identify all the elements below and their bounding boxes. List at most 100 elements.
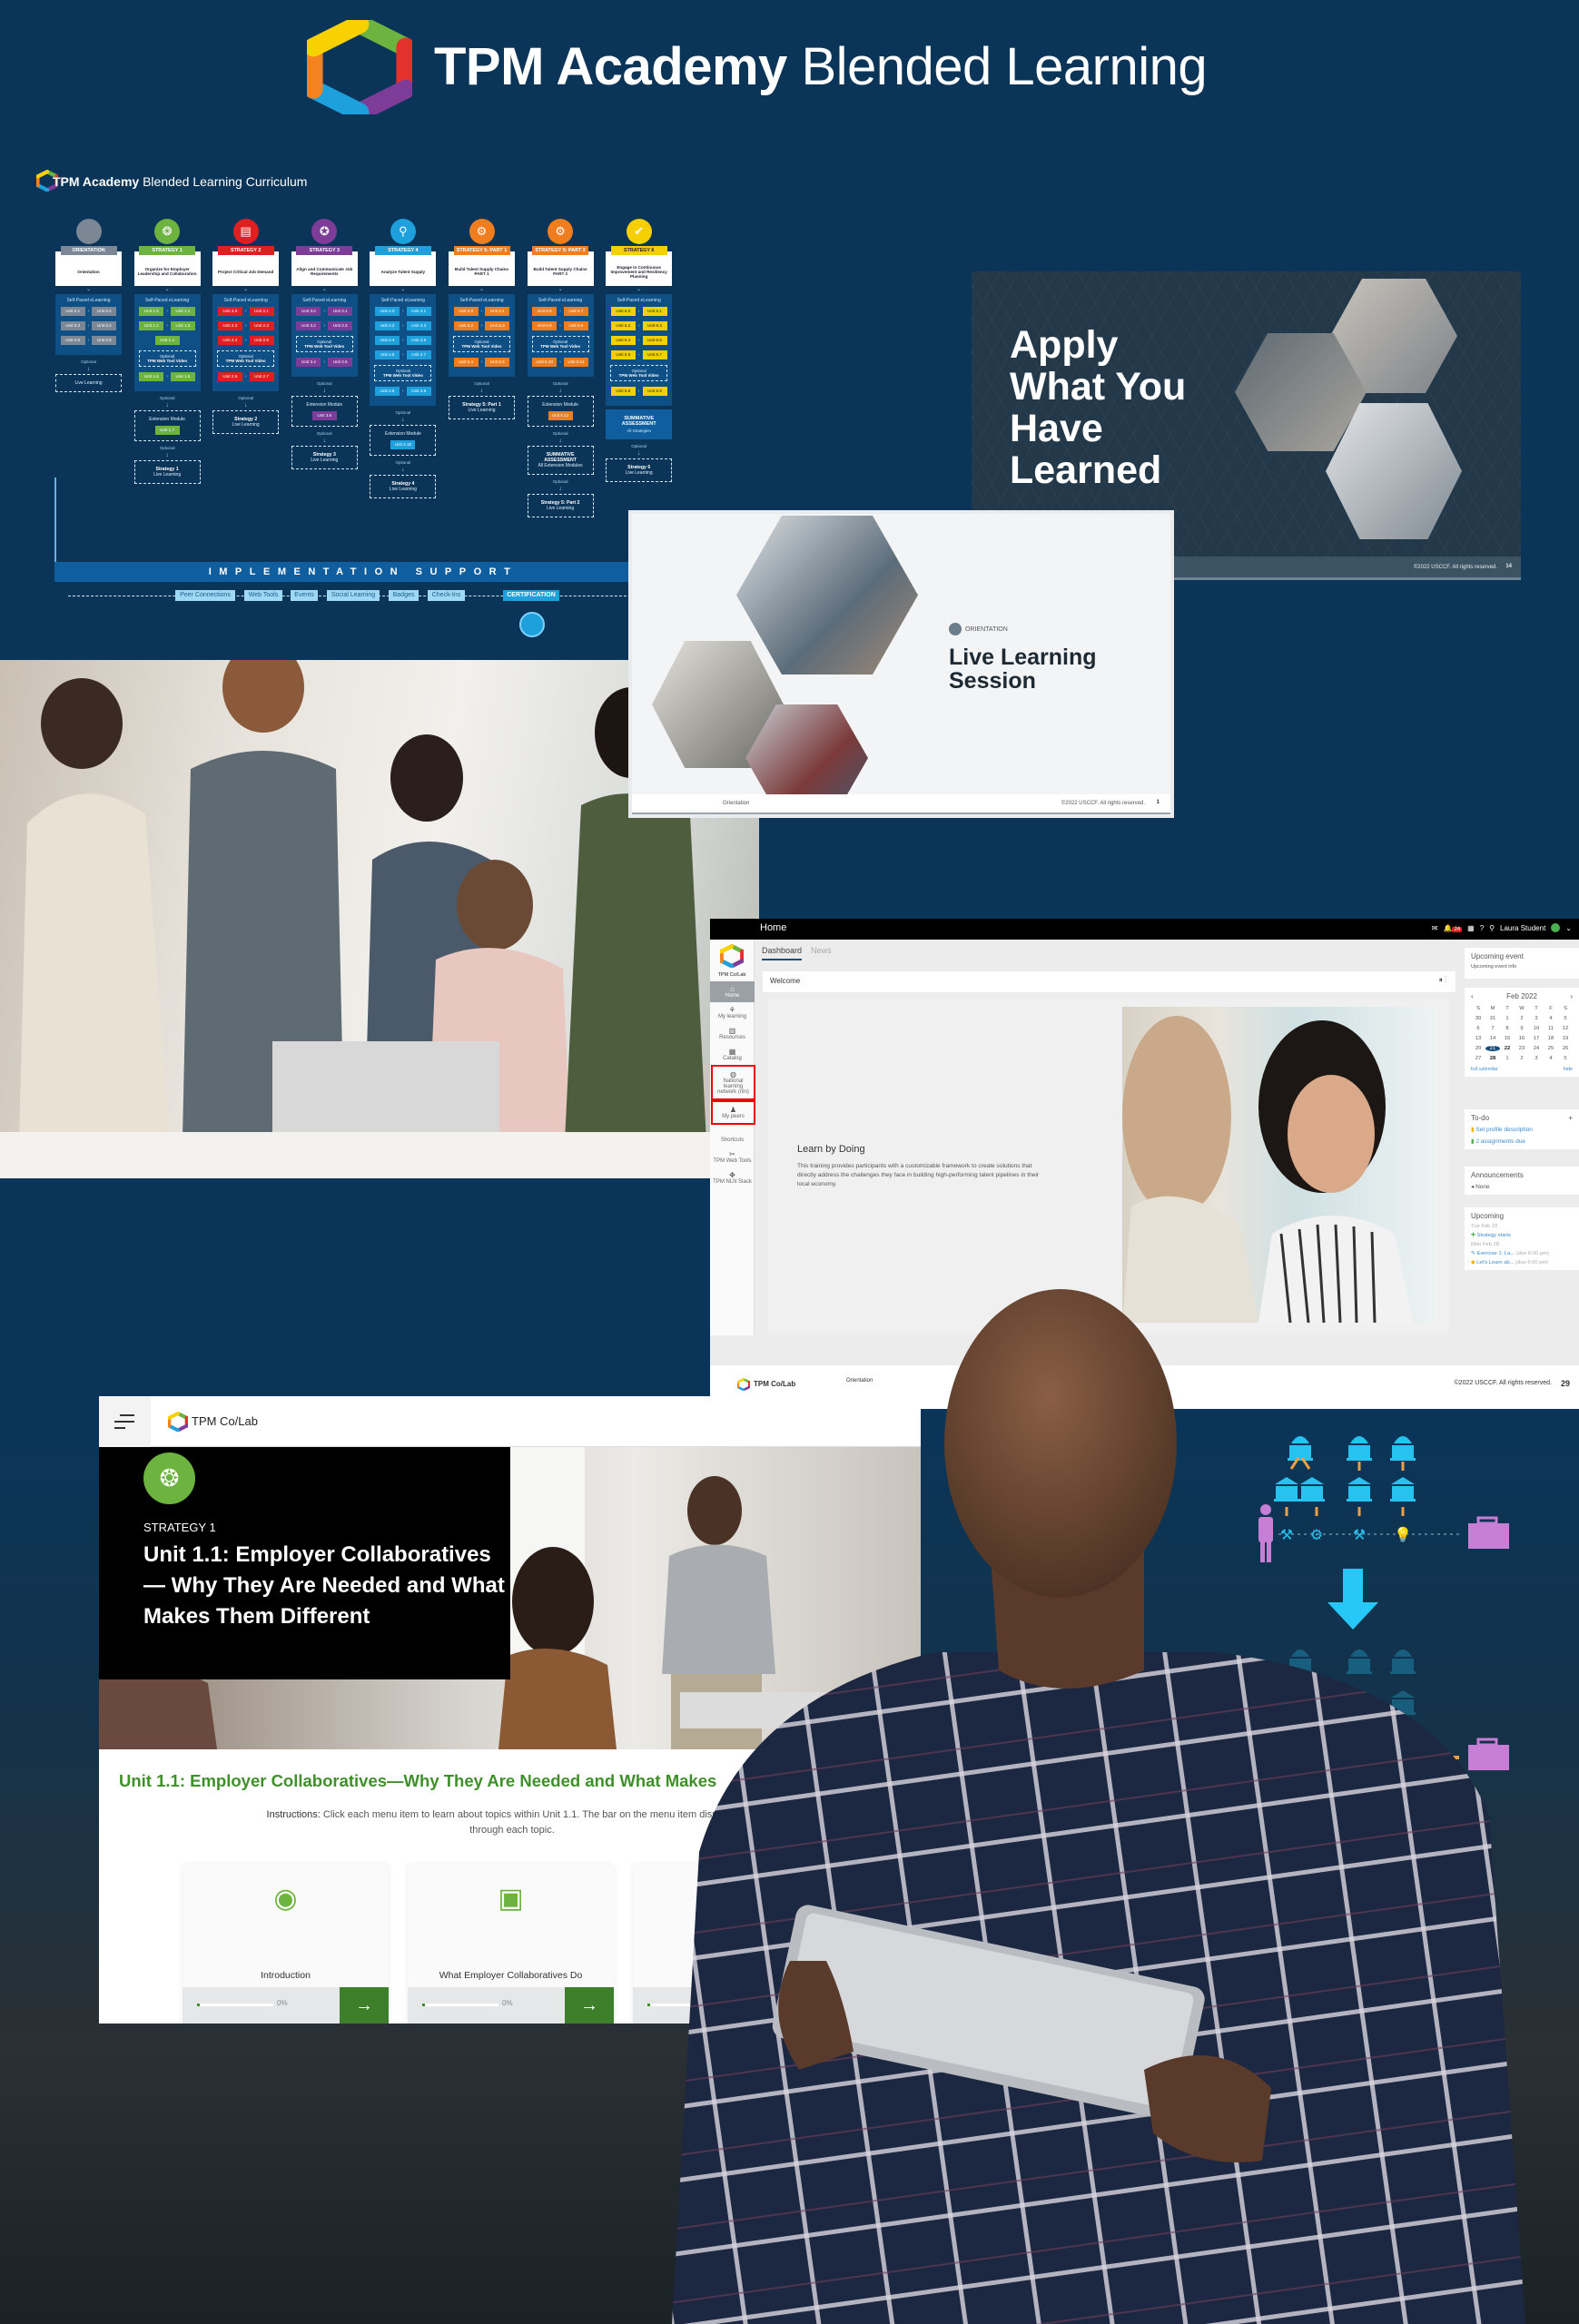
- certification-chip[interactable]: CERTIFICATION: [503, 590, 559, 601]
- live-learning-box[interactable]: Strategy 1 Live Learning: [133, 460, 201, 484]
- unit-chip[interactable]: Unit 5.11: [563, 358, 588, 367]
- live-learning-box[interactable]: Live Learning: [55, 374, 122, 392]
- sidebar-item-catalog[interactable]: ▦ Catalog: [710, 1044, 755, 1065]
- unit-chip[interactable]: Unit 5.8: [532, 321, 558, 330]
- unit-chip[interactable]: Unit 1.3: [170, 321, 195, 330]
- unit-chip[interactable]: Unit 3.2: [296, 321, 321, 330]
- calendar-day[interactable]: 10: [1529, 1026, 1544, 1031]
- calendar-day[interactable]: 19: [1558, 1036, 1573, 1041]
- calendar-day[interactable]: 23: [1515, 1046, 1529, 1051]
- unit-chip[interactable]: Unit 4.2: [375, 321, 400, 330]
- calendar-day[interactable]: 2: [1515, 1016, 1529, 1021]
- calendar-day[interactable]: 13: [1471, 1036, 1485, 1041]
- unit-chip[interactable]: Unit 6.2: [610, 321, 636, 330]
- support-item-chip[interactable]: Badges: [389, 590, 419, 601]
- unit-chip[interactable]: Unit 6.3: [642, 321, 667, 330]
- bell-icon[interactable]: 🔔 24: [1444, 924, 1463, 932]
- pause-icon[interactable]: ⏸ ⋮: [1439, 976, 1446, 985]
- menu-icon[interactable]: [99, 1396, 151, 1447]
- unit-chip[interactable]: Unit 0.3: [60, 321, 85, 330]
- live-learning-box[interactable]: Strategy 3 Live Learning: [291, 446, 358, 469]
- live-learning-box[interactable]: Strategy 5: Part 2 Live Learning: [527, 494, 594, 517]
- calendar-day[interactable]: 4: [1544, 1056, 1558, 1061]
- arrow-right-button[interactable]: →: [340, 1987, 389, 2024]
- upcoming-item[interactable]: Let's Learn ab...: [1476, 1260, 1514, 1265]
- unit-chip[interactable]: Unit 0.1: [60, 307, 85, 316]
- tab-news[interactable]: News: [811, 946, 832, 960]
- unit-chip[interactable]: Unit 1.5: [139, 372, 164, 381]
- unit-chip[interactable]: Unit 4.5: [406, 336, 431, 345]
- calendar-day[interactable]: 9: [1515, 1026, 1529, 1031]
- sidebar-item-my-peers[interactable]: ♟ My peers: [711, 1100, 755, 1125]
- calendar-day[interactable]: 8: [1500, 1026, 1515, 1031]
- live-learning-box[interactable]: Strategy 4 Live Learning: [370, 475, 437, 498]
- unit-chip[interactable]: Unit 6.7: [642, 350, 667, 359]
- todo-item[interactable]: Set profile description: [1475, 1127, 1533, 1133]
- calendar-day[interactable]: 6: [1471, 1026, 1485, 1031]
- unit-chip[interactable]: Unit 6.4: [610, 336, 636, 345]
- calendar-day[interactable]: 18: [1544, 1036, 1558, 1041]
- sidebar-item-national-learning-network-nln[interactable]: ◍ National learning network (nln): [711, 1065, 755, 1100]
- unit-chip[interactable]: Unit 4.9: [406, 387, 431, 396]
- unit-chip[interactable]: Unit 1.0: [139, 307, 164, 316]
- calendar-day[interactable]: 1: [1500, 1016, 1515, 1021]
- chevron-down-icon[interactable]: ⌄: [1565, 924, 1572, 932]
- calendar-day[interactable]: 20: [1471, 1046, 1485, 1051]
- unit-chip[interactable]: Unit 5.1: [485, 307, 510, 316]
- unit-chip[interactable]: Unit 3.4: [296, 358, 321, 367]
- calendar-day[interactable]: 7: [1485, 1026, 1500, 1031]
- sidebar-item-home[interactable]: ⌂ Home: [710, 981, 755, 1002]
- unit-chip[interactable]: Unit 3.5: [328, 358, 353, 367]
- unit-chip[interactable]: Unit 4.4: [375, 336, 400, 345]
- sidebar-item-my-learning[interactable]: ⚘ My learning: [710, 1002, 755, 1023]
- calendar-day[interactable]: 15: [1500, 1036, 1515, 1041]
- unit-chip[interactable]: Unit 5.4: [453, 358, 479, 367]
- unit-chip[interactable]: Unit 1.1: [170, 307, 195, 316]
- unit-chip[interactable]: Unit 4.3: [406, 321, 431, 330]
- calendar-day[interactable]: 22: [1500, 1046, 1515, 1051]
- calendar-day[interactable]: 12: [1558, 1026, 1573, 1031]
- full-calendar-link[interactable]: full calendar: [1471, 1067, 1498, 1072]
- live-learning-box[interactable]: Strategy 5: Part 1 Live Learning: [449, 396, 515, 419]
- avatar[interactable]: [1551, 923, 1561, 932]
- unit-chip[interactable]: Unit 6.9: [642, 387, 667, 396]
- next-month-button[interactable]: ›: [1570, 992, 1573, 1000]
- calendar-day[interactable]: 30: [1471, 1016, 1485, 1021]
- unit-chip[interactable]: Unit 0.4: [92, 321, 117, 330]
- calendar-day[interactable]: 5: [1558, 1056, 1573, 1061]
- topic-card[interactable]: ▣ What Employer Collaboratives Do 0% →: [408, 1865, 614, 2024]
- todo-item[interactable]: 2 assignments due: [1475, 1138, 1525, 1145]
- hide-calendar-link[interactable]: hide: [1564, 1067, 1573, 1072]
- unit-chip[interactable]: Unit 2.4: [217, 336, 242, 345]
- unit-chip[interactable]: Unit 5.2: [453, 321, 479, 330]
- calendar-day[interactable]: 3: [1529, 1056, 1544, 1061]
- unit-chip[interactable]: Unit 4.7: [406, 350, 431, 359]
- support-item-chip[interactable]: Social Learning: [327, 590, 380, 601]
- calendar-day[interactable]: 16: [1515, 1036, 1529, 1041]
- support-item-chip[interactable]: Check-Ins: [428, 590, 465, 601]
- unit-chip[interactable]: Unit 6.5: [642, 336, 667, 345]
- unit-chip[interactable]: Unit 4.8: [375, 387, 400, 396]
- unit-chip[interactable]: Unit 2.2: [217, 321, 242, 330]
- unit-chip[interactable]: Unit 0.5: [60, 336, 85, 345]
- calendar-day[interactable]: 17: [1529, 1036, 1544, 1041]
- calendar-day[interactable]: 31: [1485, 1016, 1500, 1021]
- mail-icon[interactable]: ✉: [1432, 924, 1438, 932]
- unit-chip[interactable]: Unit 2.7: [249, 372, 274, 381]
- unit-chip[interactable]: Unit 0.2: [92, 307, 117, 316]
- calendar-icon[interactable]: ▦: [1467, 924, 1475, 932]
- upcoming-item[interactable]: Exercise 1: La...: [1476, 1251, 1515, 1256]
- support-item-chip[interactable]: Events: [291, 590, 318, 601]
- add-todo-button[interactable]: +: [1568, 1114, 1573, 1122]
- calendar-day[interactable]: 26: [1558, 1046, 1573, 1051]
- unit-chip[interactable]: Unit 4.1: [406, 307, 431, 316]
- unit-chip[interactable]: Unit 1.7: [154, 426, 180, 435]
- user-name[interactable]: Laura Student: [1500, 924, 1545, 932]
- topic-card[interactable]: ◉ Introduction 0% →: [183, 1865, 389, 2024]
- unit-chip[interactable]: Unit 4.0: [375, 307, 400, 316]
- unit-chip[interactable]: Unit 3.6: [311, 411, 337, 420]
- sidebar-item-tpm-web-tools[interactable]: ✂ TPM Web Tools: [710, 1147, 755, 1167]
- unit-chip[interactable]: Unit 6.0: [610, 307, 636, 316]
- calendar-day[interactable]: 24: [1529, 1046, 1544, 1051]
- unit-chip[interactable]: Unit 4.6: [375, 350, 400, 359]
